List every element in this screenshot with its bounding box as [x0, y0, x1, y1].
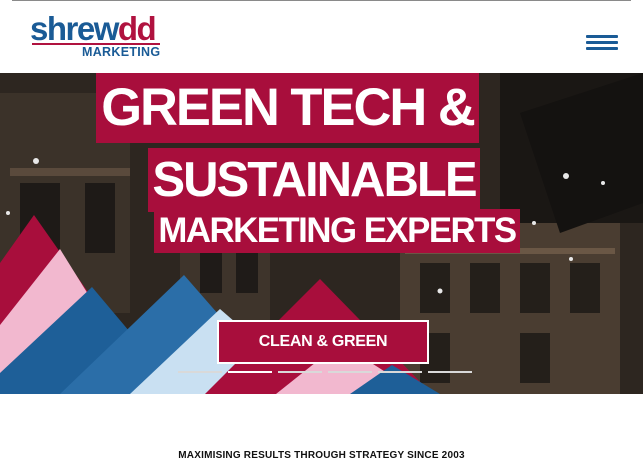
brand-logo[interactable]: shrewdd MARKETING [30, 10, 170, 61]
menu-bar [586, 35, 618, 38]
headline-line-3: MARKETING EXPERTS [154, 209, 520, 253]
slider-dot[interactable] [278, 371, 322, 373]
logo-word-accent: dd [117, 10, 157, 47]
headline-line-2: SUSTAINABLE [148, 148, 480, 212]
clean-green-button[interactable]: CLEAN & GREEN [217, 320, 429, 364]
logo-subtitle: MARKETING [82, 45, 161, 59]
headline-line-1: GREEN TECH & [96, 73, 479, 143]
slider-pagination [178, 371, 472, 375]
slider-dot[interactable] [228, 371, 272, 373]
hamburger-menu-icon[interactable] [586, 31, 618, 53]
tagline: MAXIMISING RESULTS THROUGH STRATEGY SINC… [178, 450, 465, 458]
slider-dot[interactable] [328, 371, 372, 373]
logo-wordmark: shrewdd [30, 10, 157, 47]
site-header: shrewdd MARKETING [0, 1, 643, 73]
hero-headline: GREEN TECH & SUSTAINABLE MARKETING EXPER… [0, 73, 643, 263]
slider-dot[interactable] [378, 371, 422, 373]
logo-word-main: shrew [30, 10, 119, 47]
slider-dot[interactable] [178, 371, 222, 373]
menu-bar [586, 47, 618, 50]
slider-dot[interactable] [428, 371, 472, 373]
hero-slider: GREEN TECH & SUSTAINABLE MARKETING EXPER… [0, 73, 643, 394]
menu-bar [586, 41, 618, 44]
